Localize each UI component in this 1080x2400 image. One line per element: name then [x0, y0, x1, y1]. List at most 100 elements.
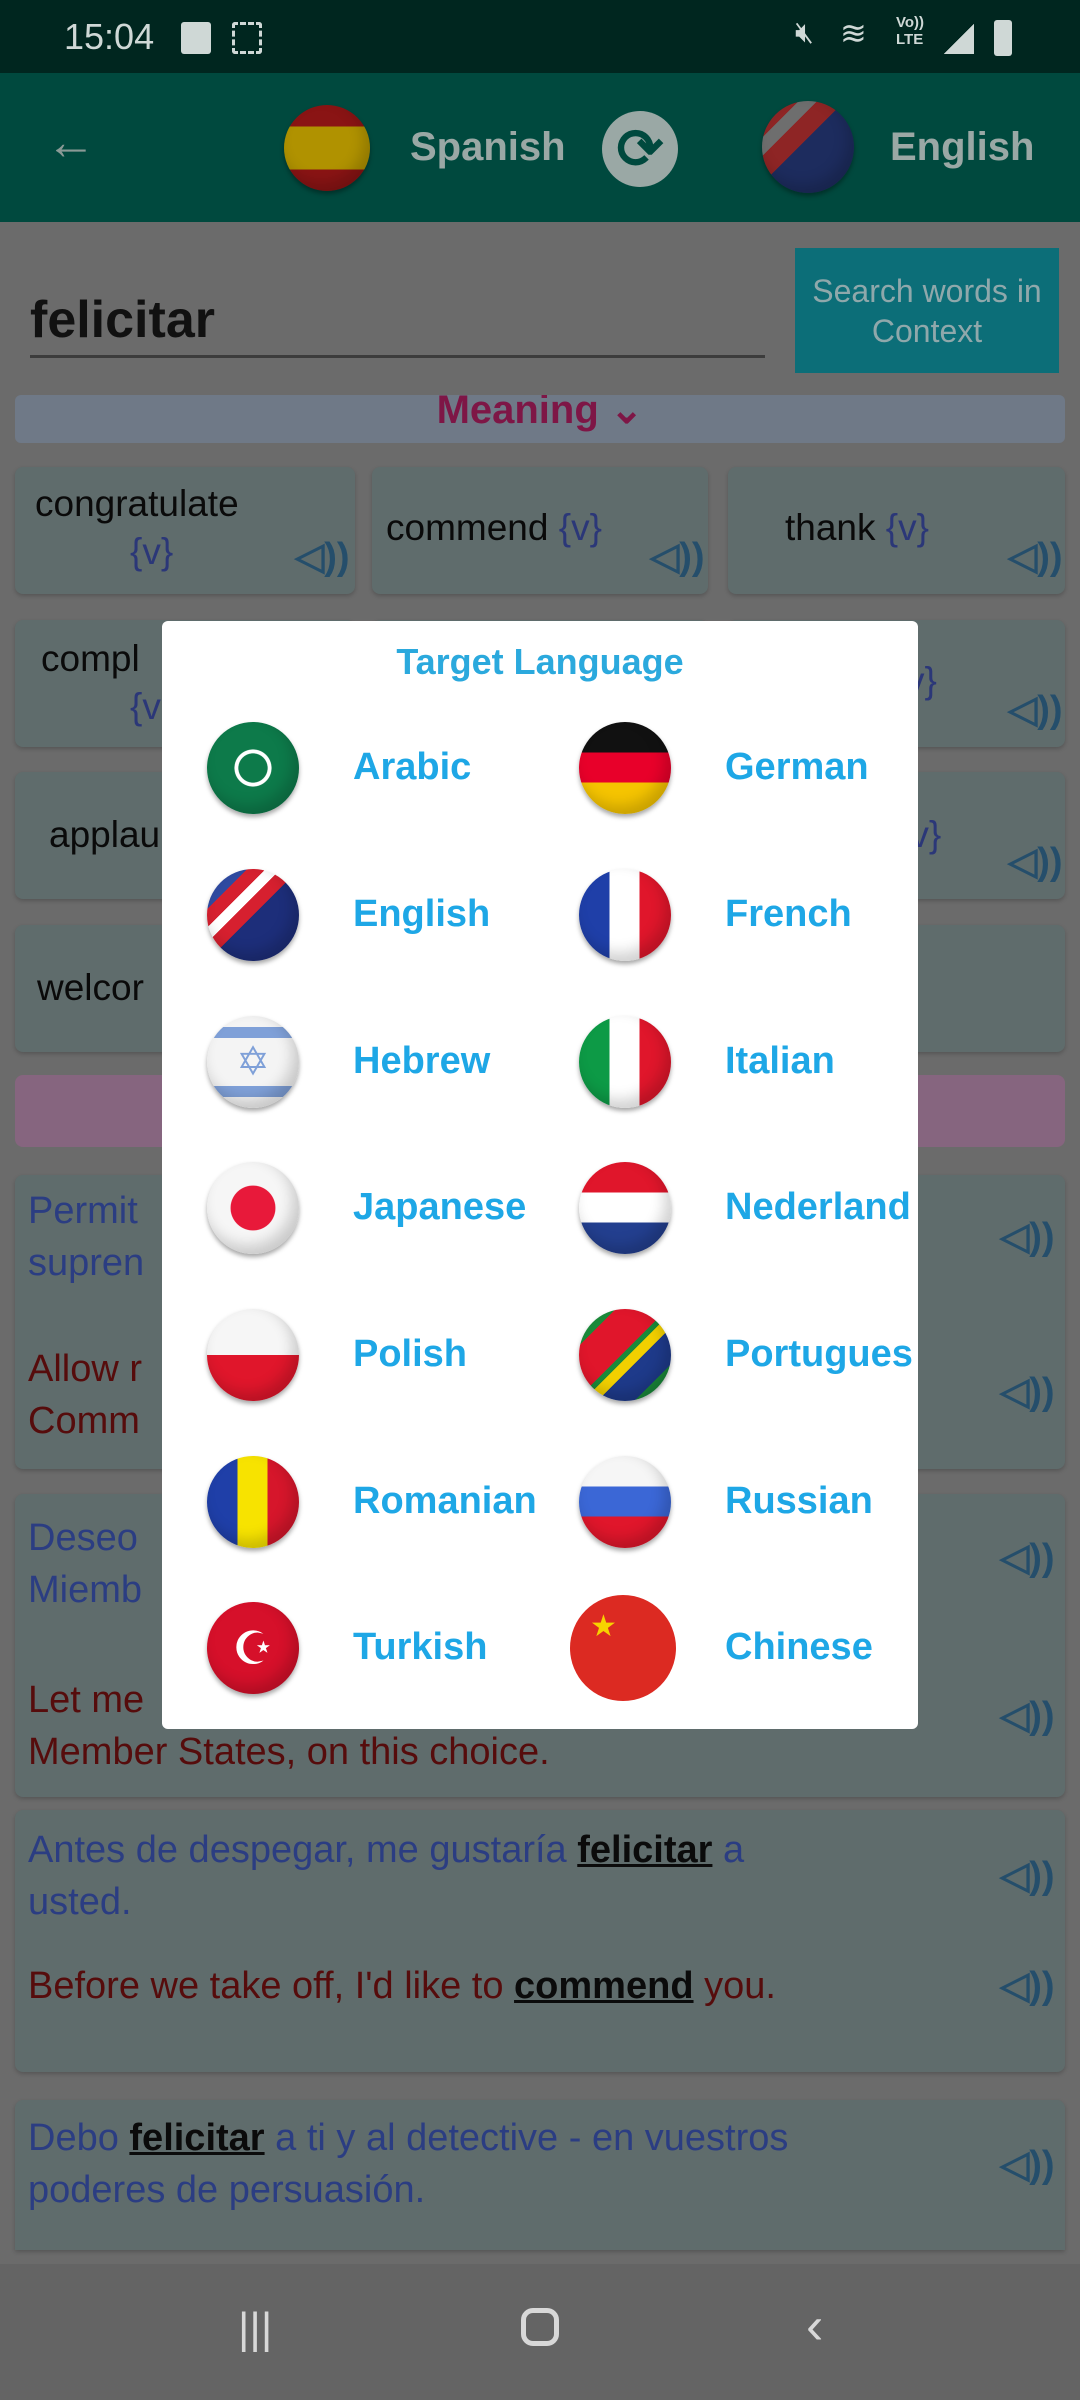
sentence-card: Antes de despegar, me gustaría felicitar…: [15, 1810, 1065, 2072]
language-option-russian[interactable]: Russian: [534, 1447, 904, 1557]
language-option-german[interactable]: German: [534, 713, 904, 823]
language-label: Russian: [725, 1480, 873, 1522]
us-uk-flag-icon: [207, 869, 299, 961]
wifi-icon: ≋: [840, 15, 867, 51]
target-language[interactable]: English: [890, 125, 1034, 170]
japan-flag-icon: [207, 1162, 299, 1254]
english-sentence: Allow r Comm: [28, 1348, 143, 1442]
spain-flag-icon[interactable]: [284, 105, 370, 191]
language-option-arabic[interactable]: Arabic: [162, 713, 532, 823]
speaker-icon[interactable]: ◁)): [1008, 688, 1063, 732]
speaker-icon[interactable]: ◁)): [1000, 1215, 1055, 1259]
turkey-flag-icon: ☪: [207, 1602, 299, 1694]
language-label: Chinese: [725, 1626, 873, 1668]
language-label: Hebrew: [353, 1040, 491, 1082]
language-label: Japanese: [353, 1186, 527, 1228]
language-option-portugues[interactable]: Portugues: [534, 1300, 913, 1410]
target-language-dialog: Target Language Arabic German English Fr…: [162, 621, 918, 1729]
language-label: Arabic: [353, 746, 472, 788]
word-text: compl: [41, 638, 140, 679]
language-option-italian[interactable]: Italian: [534, 1007, 904, 1117]
dialog-title: Target Language: [396, 641, 684, 682]
language-label: Turkish: [353, 1626, 488, 1668]
italy-flag-icon: [579, 1016, 671, 1108]
language-label: Italian: [725, 1040, 835, 1082]
word-pos: {v}: [885, 507, 930, 548]
us-uk-flag-icon[interactable]: [762, 101, 854, 193]
romania-flag-icon: [207, 1456, 299, 1548]
spanish-sentence: Permit supren: [28, 1190, 145, 1284]
language-label: German: [725, 746, 869, 788]
israel-flag-icon: ✡: [207, 1016, 299, 1108]
language-option-chinese[interactable]: ★ Chinese: [534, 1593, 904, 1703]
speaker-icon[interactable]: ◁)): [295, 535, 350, 579]
word-card[interactable]: thank {v} ◁)): [728, 467, 1065, 594]
spanish-sentence: Antes de despegar, me gustaría felicitar…: [28, 1829, 745, 1923]
signal-icon: [944, 24, 974, 54]
gallery-icon: [181, 22, 211, 54]
france-flag-icon: [579, 869, 671, 961]
word-pos: {v}: [130, 531, 174, 572]
screen-record-icon: [232, 22, 262, 54]
language-label: English: [353, 893, 491, 935]
volte-label: Vo)): [896, 14, 925, 31]
search-in-context-button[interactable]: Search words in Context: [795, 248, 1059, 373]
china-flag-icon: ★: [570, 1595, 676, 1701]
speaker-icon[interactable]: ◁)): [1000, 1694, 1055, 1738]
speaker-icon[interactable]: ◁)): [1000, 2143, 1055, 2187]
word-text: welcor: [37, 967, 144, 1008]
language-option-polish[interactable]: Polish: [162, 1300, 532, 1410]
arrow-left-icon[interactable]: ←: [46, 113, 96, 171]
swap-refresh-icon[interactable]: ⟳: [602, 111, 678, 187]
recent-apps-icon[interactable]: |||: [238, 2304, 272, 2354]
language-label: Romanian: [353, 1480, 537, 1522]
language-option-japanese[interactable]: Japanese: [162, 1153, 532, 1263]
language-option-turkish[interactable]: ☪ Turkish: [162, 1593, 532, 1703]
language-label: Nederland: [725, 1186, 911, 1228]
back-icon[interactable]: ‹: [806, 2296, 823, 2356]
word-card[interactable]: commend {v} ◁)): [372, 467, 708, 594]
volte-lte-icon: Vo)) LTE: [896, 14, 924, 48]
app-bar: ← Spanish ⟳ English: [0, 73, 1080, 222]
portugal-brazil-flag-icon: [579, 1309, 671, 1401]
highlighted-word: felicitar: [129, 2117, 265, 2159]
speaker-icon[interactable]: ◁)): [1000, 1854, 1055, 1898]
language-label: Polish: [353, 1333, 468, 1375]
mute-icon: 🔇︎: [795, 16, 814, 49]
language-option-nederland[interactable]: Nederland: [534, 1153, 911, 1263]
chevron-down-icon: ⌄: [609, 395, 644, 432]
germany-flag-icon: [579, 722, 671, 814]
speaker-icon[interactable]: ◁)): [1000, 1536, 1055, 1580]
spanish-sentence: Deseo Miemb: [28, 1517, 143, 1611]
word-text: applau: [49, 814, 161, 855]
poland-flag-icon: [207, 1309, 299, 1401]
speaker-icon[interactable]: ◁)): [1008, 840, 1063, 884]
sentence-card: Debo felicitar a ti y al detective - en …: [15, 2100, 1065, 2250]
word-text: thank: [785, 507, 876, 548]
language-option-english[interactable]: English: [162, 860, 532, 970]
status-bar: 15:04 🔇︎ ≋ Vo)) LTE: [0, 0, 1080, 73]
search-input[interactable]: felicitar: [30, 290, 765, 358]
speaker-icon[interactable]: ◁)): [1008, 535, 1063, 579]
speaker-icon[interactable]: ◁)): [1000, 1964, 1055, 2008]
speaker-icon[interactable]: ◁)): [1000, 1370, 1055, 1414]
source-language[interactable]: Spanish: [410, 125, 566, 170]
language-label: Portugues: [725, 1333, 913, 1375]
lte-label: LTE: [896, 31, 924, 48]
language-option-romanian[interactable]: Romanian: [162, 1447, 537, 1557]
language-label: French: [725, 893, 852, 935]
language-option-french[interactable]: French: [534, 860, 904, 970]
word-pos: {v: [130, 686, 161, 727]
language-option-hebrew[interactable]: ✡ Hebrew: [162, 1007, 532, 1117]
english-sentence: Before we take off, I'd like to commend …: [28, 1965, 776, 2007]
meaning-header[interactable]: Meaning ⌄: [15, 395, 1065, 443]
netherlands-flag-icon: [579, 1162, 671, 1254]
battery-icon: [994, 20, 1012, 56]
word-card[interactable]: congratulate {v} ◁)): [15, 467, 355, 594]
home-icon[interactable]: [521, 2308, 559, 2346]
speaker-icon[interactable]: ◁)): [650, 535, 705, 579]
spanish-sentence: Debo felicitar a ti y al detective - en …: [28, 2117, 789, 2211]
meaning-label: Meaning: [436, 395, 599, 432]
status-time: 15:04: [64, 16, 155, 57]
arab-league-flag-icon: [207, 722, 299, 814]
